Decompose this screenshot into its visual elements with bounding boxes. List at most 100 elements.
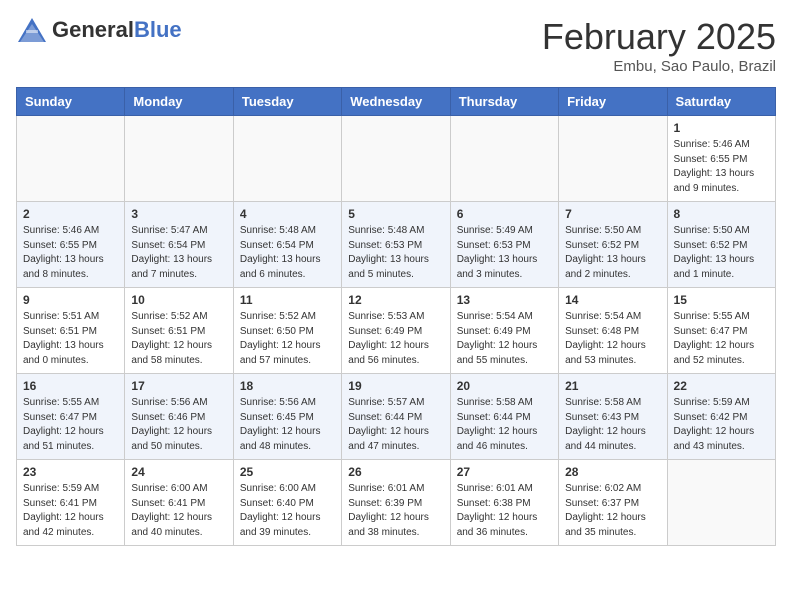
day-number: 4	[240, 207, 335, 221]
day-info: Sunrise: 6:02 AM Sunset: 6:37 PM Dayligh…	[565, 482, 660, 540]
day-number: 18	[240, 379, 335, 393]
day-info: Sunrise: 5:59 AM Sunset: 6:42 PM Dayligh…	[674, 396, 769, 454]
calendar-cell: 23 Sunrise: 5:59 AM Sunset: 6:41 PM Dayli…	[17, 460, 125, 546]
calendar-cell	[233, 116, 341, 202]
day-info: Sunrise: 5:58 AM Sunset: 6:44 PM Dayligh…	[457, 396, 552, 454]
calendar-cell: 22 Sunrise: 5:59 AM Sunset: 6:42 PM Dayli…	[667, 374, 775, 460]
calendar-cell: 13Sunrise: 5:54 AM Sunset: 6:49 PM Dayli…	[450, 288, 558, 374]
day-info: Sunrise: 5:55 AM Sunset: 6:47 PM Dayligh…	[674, 310, 769, 368]
calendar-cell	[450, 116, 558, 202]
day-info: Sunrise: 6:00 AM Sunset: 6:40 PM Dayligh…	[240, 482, 335, 540]
calendar-cell	[559, 116, 667, 202]
day-info: Sunrise: 5:56 AM Sunset: 6:45 PM Dayligh…	[240, 396, 335, 454]
day-info: Sunrise: 5:57 AM Sunset: 6:44 PM Dayligh…	[348, 396, 443, 454]
day-info: Sunrise: 5:58 AM Sunset: 6:43 PM Dayligh…	[565, 396, 660, 454]
day-info: Sunrise: 5:50 AM Sunset: 6:52 PM Dayligh…	[674, 224, 769, 282]
calendar-cell: 9 Sunrise: 5:51 AM Sunset: 6:51 PM Daylig…	[17, 288, 125, 374]
month-title: February 2025	[542, 16, 776, 58]
calendar-cell: 3Sunrise: 5:47 AM Sunset: 6:54 PM Daylig…	[125, 202, 233, 288]
logo-icon	[16, 16, 48, 44]
day-info: Sunrise: 5:53 AM Sunset: 6:49 PM Dayligh…	[348, 310, 443, 368]
week-row-2: 2Sunrise: 5:46 AM Sunset: 6:55 PM Daylig…	[17, 202, 776, 288]
day-info: Sunrise: 5:48 AM Sunset: 6:53 PM Dayligh…	[348, 224, 443, 282]
calendar-cell	[125, 116, 233, 202]
calendar-cell: 2Sunrise: 5:46 AM Sunset: 6:55 PM Daylig…	[17, 202, 125, 288]
calendar-cell	[342, 116, 450, 202]
week-row-4: 16 Sunrise: 5:55 AM Sunset: 6:47 PM Dayli…	[17, 374, 776, 460]
day-number: 8	[674, 207, 769, 221]
calendar-cell: 4 Sunrise: 5:48 AM Sunset: 6:54 PM Daylig…	[233, 202, 341, 288]
calendar-header-row: SundayMondayTuesdayWednesdayThursdayFrid…	[17, 88, 776, 116]
calendar-cell: 28 Sunrise: 6:02 AM Sunset: 6:37 PM Dayli…	[559, 460, 667, 546]
calendar-cell	[17, 116, 125, 202]
day-info: Sunrise: 6:00 AM Sunset: 6:41 PM Dayligh…	[131, 482, 226, 540]
day-number: 2	[23, 207, 118, 221]
calendar-cell: 17 Sunrise: 5:56 AM Sunset: 6:46 PM Dayli…	[125, 374, 233, 460]
day-number: 22	[674, 379, 769, 393]
calendar-cell: 10 Sunrise: 5:52 AM Sunset: 6:51 PM Dayli…	[125, 288, 233, 374]
day-number: 1	[674, 121, 769, 135]
day-number: 7	[565, 207, 660, 221]
day-number: 20	[457, 379, 552, 393]
day-number: 24	[131, 465, 226, 479]
day-header-friday: Friday	[559, 88, 667, 116]
day-number: 26	[348, 465, 443, 479]
day-header-saturday: Saturday	[667, 88, 775, 116]
week-row-1: 1 Sunrise: 5:46 AM Sunset: 6:55 PM Daylig…	[17, 116, 776, 202]
day-info: Sunrise: 5:46 AM Sunset: 6:55 PM Dayligh…	[674, 138, 769, 196]
day-info: Sunrise: 5:48 AM Sunset: 6:54 PM Dayligh…	[240, 224, 335, 282]
day-number: 9	[23, 293, 118, 307]
day-header-tuesday: Tuesday	[233, 88, 341, 116]
day-info: Sunrise: 5:50 AM Sunset: 6:52 PM Dayligh…	[565, 224, 660, 282]
calendar-cell: 26 Sunrise: 6:01 AM Sunset: 6:39 PM Dayli…	[342, 460, 450, 546]
day-number: 16	[23, 379, 118, 393]
calendar-cell: 21 Sunrise: 5:58 AM Sunset: 6:43 PM Dayli…	[559, 374, 667, 460]
day-number: 3	[131, 207, 226, 221]
day-number: 15	[674, 293, 769, 307]
day-header-sunday: Sunday	[17, 88, 125, 116]
day-header-thursday: Thursday	[450, 88, 558, 116]
day-header-wednesday: Wednesday	[342, 88, 450, 116]
day-number: 27	[457, 465, 552, 479]
day-info: Sunrise: 6:01 AM Sunset: 6:39 PM Dayligh…	[348, 482, 443, 540]
calendar-cell: 11 Sunrise: 5:52 AM Sunset: 6:50 PM Dayli…	[233, 288, 341, 374]
week-row-5: 23 Sunrise: 5:59 AM Sunset: 6:41 PM Dayli…	[17, 460, 776, 546]
logo: GeneralBlue	[16, 16, 182, 44]
day-number: 6	[457, 207, 552, 221]
day-number: 11	[240, 293, 335, 307]
day-info: Sunrise: 5:52 AM Sunset: 6:51 PM Dayligh…	[131, 310, 226, 368]
calendar-cell: 5 Sunrise: 5:48 AM Sunset: 6:53 PM Daylig…	[342, 202, 450, 288]
day-info: Sunrise: 5:52 AM Sunset: 6:50 PM Dayligh…	[240, 310, 335, 368]
logo-text: GeneralBlue	[52, 17, 182, 43]
week-row-3: 9 Sunrise: 5:51 AM Sunset: 6:51 PM Daylig…	[17, 288, 776, 374]
day-number: 5	[348, 207, 443, 221]
day-number: 12	[348, 293, 443, 307]
title-area: February 2025 Embu, Sao Paulo, Brazil	[542, 16, 776, 75]
calendar-cell: 15 Sunrise: 5:55 AM Sunset: 6:47 PM Dayli…	[667, 288, 775, 374]
calendar-cell: 19Sunrise: 5:57 AM Sunset: 6:44 PM Dayli…	[342, 374, 450, 460]
day-info: Sunrise: 5:55 AM Sunset: 6:47 PM Dayligh…	[23, 396, 118, 454]
day-number: 25	[240, 465, 335, 479]
calendar-cell: 1 Sunrise: 5:46 AM Sunset: 6:55 PM Daylig…	[667, 116, 775, 202]
day-number: 10	[131, 293, 226, 307]
day-info: Sunrise: 6:01 AM Sunset: 6:38 PM Dayligh…	[457, 482, 552, 540]
calendar-cell	[667, 460, 775, 546]
calendar-cell: 27 Sunrise: 6:01 AM Sunset: 6:38 PM Dayli…	[450, 460, 558, 546]
calendar-cell: 6Sunrise: 5:49 AM Sunset: 6:53 PM Daylig…	[450, 202, 558, 288]
calendar-cell: 14 Sunrise: 5:54 AM Sunset: 6:48 PM Dayli…	[559, 288, 667, 374]
day-info: Sunrise: 5:59 AM Sunset: 6:41 PM Dayligh…	[23, 482, 118, 540]
day-number: 17	[131, 379, 226, 393]
day-number: 14	[565, 293, 660, 307]
day-number: 28	[565, 465, 660, 479]
day-info: Sunrise: 5:54 AM Sunset: 6:49 PM Dayligh…	[457, 310, 552, 368]
calendar-cell: 8 Sunrise: 5:50 AM Sunset: 6:52 PM Daylig…	[667, 202, 775, 288]
calendar-cell: 16 Sunrise: 5:55 AM Sunset: 6:47 PM Dayli…	[17, 374, 125, 460]
day-info: Sunrise: 5:54 AM Sunset: 6:48 PM Dayligh…	[565, 310, 660, 368]
day-number: 21	[565, 379, 660, 393]
day-number: 23	[23, 465, 118, 479]
day-info: Sunrise: 5:56 AM Sunset: 6:46 PM Dayligh…	[131, 396, 226, 454]
calendar-cell: 7 Sunrise: 5:50 AM Sunset: 6:52 PM Daylig…	[559, 202, 667, 288]
day-header-monday: Monday	[125, 88, 233, 116]
day-info: Sunrise: 5:51 AM Sunset: 6:51 PM Dayligh…	[23, 310, 118, 368]
calendar-cell: 24 Sunrise: 6:00 AM Sunset: 6:41 PM Dayli…	[125, 460, 233, 546]
